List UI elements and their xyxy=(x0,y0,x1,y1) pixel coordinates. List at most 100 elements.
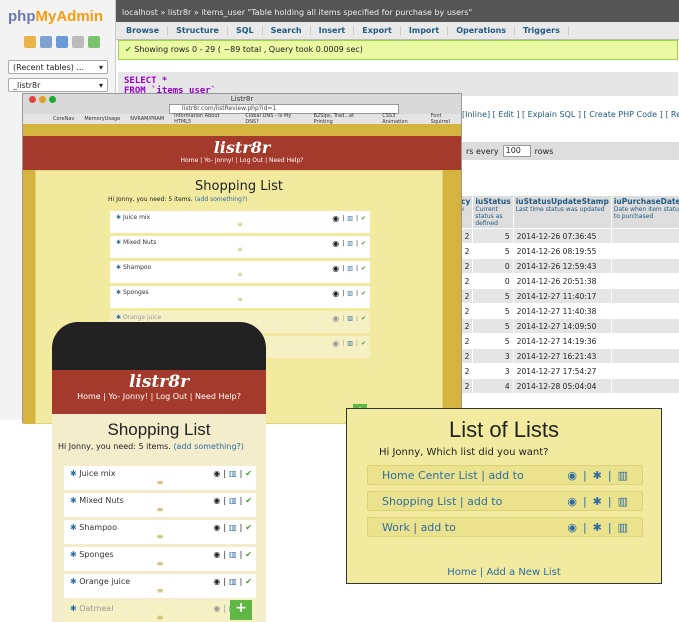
check-icon[interactable]: ✔ xyxy=(245,550,252,559)
app-nav[interactable]: Home | Yo- Jonny! | Log Out | Need Help? xyxy=(52,392,266,401)
list-item[interactable]: ✱ Shampoo◉|▥|✔≡ xyxy=(64,520,256,544)
gear-icon[interactable]: ✱ xyxy=(116,239,123,246)
rows-input[interactable]: 100 xyxy=(503,145,531,157)
tab-triggers[interactable]: Triggers xyxy=(515,26,569,35)
eye-icon[interactable]: ◉ xyxy=(213,577,220,586)
recent-tables-select[interactable]: (Recent tables) ...▾ xyxy=(8,60,108,74)
eye-icon[interactable]: ◉ xyxy=(213,496,220,505)
minimize-icon[interactable] xyxy=(39,96,46,103)
bookmark[interactable]: MemoryUsage xyxy=(84,116,120,122)
tab-export[interactable]: Export xyxy=(354,26,401,35)
tab-structure[interactable]: Structure xyxy=(168,26,228,35)
list-item[interactable]: ✱ Orange juice◉|▥|✔≡ xyxy=(64,574,256,598)
close-icon[interactable] xyxy=(29,96,36,103)
trash-icon[interactable]: ▥ xyxy=(229,469,237,478)
trash-icon[interactable]: ▥ xyxy=(229,496,237,505)
tab-insert[interactable]: Insert xyxy=(311,26,355,35)
list-item[interactable]: ✱ Mixed Nuts◉|▥|✔≡ xyxy=(64,493,256,517)
gear-icon[interactable]: ✱ xyxy=(70,550,79,559)
gear-icon[interactable]: ✱ xyxy=(70,577,79,586)
eye-icon[interactable]: ◉ xyxy=(213,523,220,532)
gear-icon[interactable]: ✱ xyxy=(116,214,123,221)
add-to-link[interactable]: add to xyxy=(467,495,502,508)
trash-icon[interactable]: ▥ xyxy=(618,469,628,482)
help-icon[interactable] xyxy=(56,36,68,48)
home-link[interactable]: Home xyxy=(447,567,477,578)
gear-icon[interactable]: ✱ xyxy=(593,469,602,482)
drag-handle-icon[interactable]: ≡ xyxy=(70,586,250,595)
drag-handle-icon[interactable]: ≡ xyxy=(116,246,364,253)
eye-icon[interactable]: ◉ xyxy=(332,264,339,273)
sql-action-links[interactable]: [Inline] [ Edit ] [ Explain SQL ] [ Crea… xyxy=(462,110,679,119)
list-item[interactable]: ✱ Oatmeal◉|▥|✔≡ xyxy=(64,601,256,622)
list-item[interactable]: ✱ Shampoo◉|▥|✔≡ xyxy=(110,261,370,283)
eye-icon[interactable]: ◉ xyxy=(332,239,339,248)
docs-icon[interactable] xyxy=(72,36,84,48)
list-row[interactable]: Home Center List | add to◉|✱|▥ xyxy=(367,465,643,485)
add-new-list-link[interactable]: Add a New List xyxy=(486,567,560,578)
gear-icon[interactable]: ✱ xyxy=(70,604,79,613)
list-item[interactable]: ✱ Mixed Nuts◉|▥|✔≡ xyxy=(110,236,370,258)
gear-icon[interactable]: ✱ xyxy=(70,469,79,478)
gear-icon[interactable]: ✱ xyxy=(70,496,79,505)
bookmark[interactable]: NVRAM/PRAM xyxy=(130,116,164,122)
list-item[interactable]: ✱ Sponges◉|▥|✔≡ xyxy=(110,286,370,308)
check-icon[interactable]: ✔ xyxy=(245,496,252,505)
drag-handle-icon[interactable]: ≡ xyxy=(70,532,250,541)
gear-icon[interactable]: ✱ xyxy=(70,523,79,532)
trash-icon[interactable]: ▥ xyxy=(347,315,353,322)
drag-handle-icon[interactable]: ≡ xyxy=(116,221,364,228)
gear-icon[interactable]: ✱ xyxy=(116,289,123,296)
list-item[interactable]: ✱ Sponges◉|▥|✔≡ xyxy=(64,547,256,571)
tab-sql[interactable]: SQL xyxy=(228,26,263,35)
drag-handle-icon[interactable]: ≡ xyxy=(70,505,250,514)
list-row[interactable]: Shopping List | add to◉|✱|▥ xyxy=(367,491,643,511)
add-something-link[interactable]: (add something?) xyxy=(173,442,243,451)
trash-icon[interactable]: ▥ xyxy=(347,265,353,272)
tab-browse[interactable]: Browse xyxy=(118,26,168,35)
check-icon[interactable]: ✔ xyxy=(361,265,366,272)
trash-icon[interactable]: ▥ xyxy=(618,521,628,534)
eye-icon[interactable]: ◉ xyxy=(332,289,339,298)
check-icon[interactable]: ✔ xyxy=(245,577,252,586)
gear-icon[interactable]: ✱ xyxy=(116,264,123,271)
list-name-link[interactable]: Home Center List xyxy=(382,469,478,482)
bookmark[interactable]: CoreNav xyxy=(53,116,74,122)
eye-icon[interactable]: ◉ xyxy=(332,339,339,348)
gear-icon[interactable]: ✱ xyxy=(593,521,602,534)
trash-icon[interactable]: ▥ xyxy=(347,240,353,247)
drag-handle-icon[interactable]: ≡ xyxy=(116,271,364,278)
add-item-button[interactable]: + xyxy=(230,600,252,620)
trash-icon[interactable]: ▥ xyxy=(347,290,353,297)
listr8r-logo[interactable]: listr8r xyxy=(23,136,461,157)
gear-icon[interactable]: ✱ xyxy=(593,495,602,508)
check-icon[interactable]: ✔ xyxy=(361,290,366,297)
eye-icon[interactable]: ◉ xyxy=(567,469,577,482)
reload-icon[interactable] xyxy=(88,36,100,48)
eye-icon[interactable]: ◉ xyxy=(332,314,339,323)
trash-icon[interactable]: ▥ xyxy=(347,340,353,347)
eye-icon[interactable]: ◉ xyxy=(567,521,577,534)
eye-icon[interactable]: ◉ xyxy=(332,214,339,223)
eye-icon[interactable]: ◉ xyxy=(213,550,220,559)
trash-icon[interactable]: ▥ xyxy=(618,495,628,508)
app-nav[interactable]: Home | Yo- Jonny! | Log Out | Need Help? xyxy=(23,157,461,164)
trash-icon[interactable]: ▥ xyxy=(229,523,237,532)
eye-icon[interactable]: ◉ xyxy=(567,495,577,508)
list-item[interactable]: ✱ Juice mix◉|▥|✔≡ xyxy=(110,211,370,233)
column-header[interactable]: iuStatusCurrent status as defined xyxy=(473,196,513,229)
trash-icon[interactable]: ▥ xyxy=(229,550,237,559)
check-icon[interactable]: ✔ xyxy=(245,523,252,532)
gear-icon[interactable]: ✱ xyxy=(116,314,123,321)
exit-icon[interactable] xyxy=(40,36,52,48)
drag-handle-icon[interactable]: ≡ xyxy=(70,559,250,568)
list-item[interactable]: ✱ Juice mix◉|▥|✔≡ xyxy=(64,466,256,490)
tab-import[interactable]: Import xyxy=(401,26,448,35)
check-icon[interactable]: ✔ xyxy=(361,315,366,322)
check-icon[interactable]: ✔ xyxy=(361,240,366,247)
list-name-link[interactable]: Shopping List xyxy=(382,495,456,508)
zoom-icon[interactable] xyxy=(49,96,56,103)
eye-icon[interactable]: ◉ xyxy=(213,604,220,613)
trash-icon[interactable]: ▥ xyxy=(229,577,237,586)
check-icon[interactable]: ✔ xyxy=(361,340,366,347)
